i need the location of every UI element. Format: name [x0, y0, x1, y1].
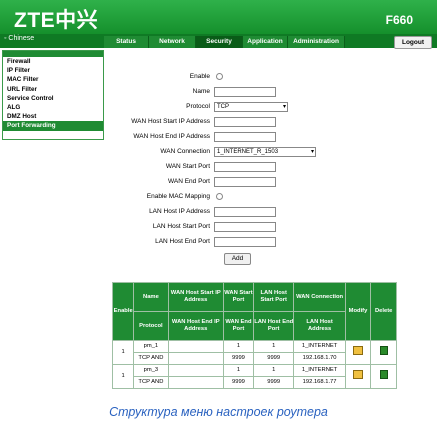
col-delete: Delete	[370, 282, 397, 341]
wan-start-port-input[interactable]	[214, 162, 276, 172]
sidebar-item-alg[interactable]: ALG	[3, 103, 103, 112]
sidebar-item-ip-filter[interactable]: IP Filter	[3, 66, 103, 75]
tab-security[interactable]: Security	[196, 36, 243, 48]
main-tabs: Status Network Security Application Admi…	[104, 36, 345, 48]
col-wan-end-ip: WAN Host End IP Address	[167, 311, 225, 341]
cell-name: pm_1	[133, 340, 169, 353]
col-wan-connection: WAN Connection	[293, 282, 346, 312]
cell-wan-end-ip	[167, 352, 225, 365]
wan-connection-value: 1_INTERNET_R_1503	[217, 149, 279, 155]
wan-start-port-label: WAN Start Port	[165, 163, 210, 170]
wan-end-port-input[interactable]	[214, 177, 276, 187]
cell-wan-start-ip	[167, 364, 225, 377]
edit-icon	[353, 345, 363, 355]
cell-lan-start-port: 1	[252, 340, 295, 353]
zte-logo: ZTE中兴	[14, 9, 99, 32]
cell-lan-start-port: 1	[252, 364, 295, 377]
cell-wan-connection: 1_INTERNET	[293, 340, 346, 353]
col-enable: Enable	[111, 282, 135, 341]
cell-protocol: TCP AND	[133, 376, 169, 389]
cell-name: pm_3	[133, 364, 169, 377]
sidebar-item-url-filter[interactable]: URL Filter	[3, 85, 103, 94]
cell-wan-end-port: 9999	[223, 352, 254, 365]
delete-button[interactable]	[370, 340, 397, 365]
language-link[interactable]: ◦ Chinese	[4, 35, 34, 42]
chevron-down-icon: ▾	[310, 149, 314, 155]
protocol-label: Protocol	[186, 103, 210, 110]
sidebar-item-port-forwarding[interactable]: Port Forwarding	[3, 121, 103, 131]
delete-button[interactable]	[370, 364, 397, 389]
tab-administration[interactable]: Administration	[288, 36, 345, 48]
wan-connection-select[interactable]: 1_INTERNET_R_1503 ▾	[214, 147, 316, 157]
add-button[interactable]: Add	[224, 253, 251, 265]
wan-host-start-ip-input[interactable]	[214, 117, 276, 127]
enable-mac-mapping-label: Enable MAC Mapping	[146, 193, 210, 200]
lan-host-ip-label: LAN Host IP Address	[149, 208, 210, 215]
logout-button[interactable]: Logout	[394, 36, 432, 49]
protocol-value: TCP	[217, 104, 229, 110]
modify-button[interactable]	[344, 364, 372, 389]
col-lan-start-port: LAN Host Start Port	[252, 282, 295, 312]
cell-wan-start-port: 1	[223, 340, 254, 353]
cell-wan-connection: 1_INTERNET	[293, 364, 346, 377]
edit-icon	[353, 369, 363, 379]
name-label: Name	[192, 88, 210, 95]
col-modify: Modify	[344, 282, 372, 341]
cell-lan-end-port: 9999	[252, 376, 295, 389]
header-bar: ZTE中兴 F660	[0, 0, 437, 34]
cell-lan-end-port: 9999	[252, 352, 295, 365]
lan-host-ip-input[interactable]	[214, 207, 276, 217]
sidebar-item-dmz-host[interactable]: DMZ Host	[3, 112, 103, 121]
wan-connection-label: WAN Connection	[160, 148, 210, 155]
lan-host-end-port-label: LAN Host End Port	[155, 238, 210, 245]
enable-label: Enable	[189, 73, 210, 80]
trash-icon	[379, 345, 388, 355]
tab-network[interactable]: Network	[149, 36, 196, 48]
wan-end-port-label: WAN End Port	[167, 178, 210, 185]
col-lan-end-port: LAN Host End Port	[252, 311, 295, 341]
col-protocol: Protocol	[133, 311, 169, 341]
sidebar-item-mac-filter[interactable]: MAC Filter	[3, 75, 103, 84]
col-lan-host-address: LAN Host Address	[293, 311, 346, 341]
device-model: F660	[385, 13, 413, 27]
lan-host-start-port-label: LAN Host Start Port	[152, 223, 210, 230]
cell-lan-host: 192.168.1.70	[293, 352, 346, 365]
cell-protocol: TCP AND	[133, 352, 169, 365]
cell-wan-start-ip	[167, 340, 225, 353]
trash-icon	[379, 369, 388, 379]
col-name: Name	[133, 282, 169, 312]
chevron-down-icon: ▾	[282, 104, 286, 110]
sidebar: Firewall IP Filter MAC Filter URL Filter…	[2, 50, 104, 140]
port-forwarding-table: Enable Name WAN Host Start IP Address WA…	[111, 282, 397, 389]
col-wan-start-ip: WAN Host Start IP Address	[167, 282, 225, 312]
table-row: 1 pm_1 1 1 1_INTERNET	[111, 340, 397, 365]
figure-caption: Структура меню настроек роутера	[109, 405, 328, 419]
modify-button[interactable]	[344, 340, 372, 365]
col-wan-start-port: WAN Start Port	[223, 282, 254, 312]
tab-application[interactable]: Application	[243, 36, 288, 48]
cell-lan-host: 192.168.1.77	[293, 376, 346, 389]
enable-mac-mapping-checkbox[interactable]	[216, 193, 223, 200]
cell-wan-end-ip	[167, 376, 225, 389]
name-input[interactable]	[214, 87, 276, 97]
cell-enable: 1	[111, 364, 135, 389]
table-row: 1 pm_3 1 1 1_INTERNET	[111, 364, 397, 389]
sidebar-item-firewall[interactable]: Firewall	[3, 57, 103, 66]
tab-status[interactable]: Status	[104, 36, 149, 48]
col-wan-end-port: WAN End Port	[223, 311, 254, 341]
lan-host-end-port-input[interactable]	[214, 237, 276, 247]
wan-host-end-ip-label: WAN Host End IP Address	[133, 133, 210, 140]
protocol-select[interactable]: TCP ▾	[214, 102, 288, 112]
cell-wan-start-port: 1	[223, 364, 254, 377]
cell-enable: 1	[111, 340, 135, 365]
enable-checkbox[interactable]	[216, 73, 223, 80]
cell-wan-end-port: 9999	[223, 376, 254, 389]
lan-host-start-port-input[interactable]	[214, 222, 276, 232]
wan-host-start-ip-label: WAN Host Start IP Address	[131, 118, 210, 125]
sidebar-item-service-control[interactable]: Service Control	[3, 94, 103, 103]
wan-host-end-ip-input[interactable]	[214, 132, 276, 142]
